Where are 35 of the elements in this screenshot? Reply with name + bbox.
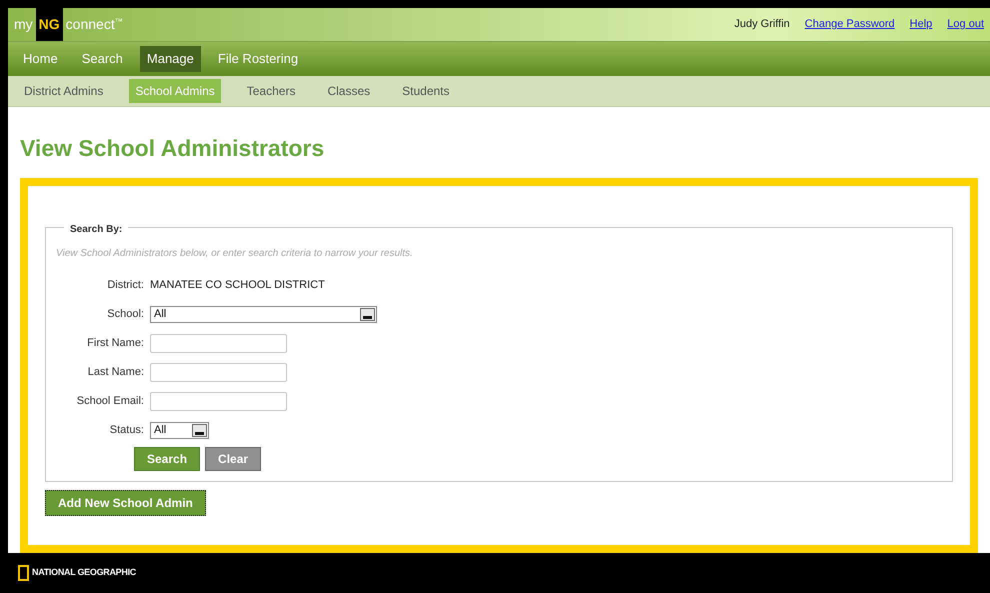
subnav-tab[interactable]: Teachers xyxy=(240,79,302,103)
input-field[interactable] xyxy=(150,334,287,352)
search-hint: View School Administrators below, or enter search criteria to narrow your results. xyxy=(56,246,414,260)
nav-tab[interactable]: Manage xyxy=(140,46,201,72)
dropdown-icon xyxy=(192,424,207,436)
header-link[interactable]: Log out xyxy=(947,16,984,33)
user-name: Judy Griffin xyxy=(734,17,790,32)
page-title: View School Administrators xyxy=(20,134,324,163)
field-label: First Name: xyxy=(87,336,144,349)
field-label: District: xyxy=(107,278,144,291)
nav-tab[interactable]: File Rostering xyxy=(210,46,306,72)
field-label: School Email: xyxy=(76,394,144,407)
field-label: Last Name: xyxy=(88,366,144,378)
field-label: Status: xyxy=(110,424,144,436)
footer-brand: NATIONAL GEOGRAPHIC xyxy=(32,566,136,580)
field-label: School: xyxy=(107,308,144,320)
subnav-tab[interactable]: Classes xyxy=(321,79,376,103)
logo[interactable]: my NG connect™ xyxy=(8,8,123,41)
brand-logo-icon xyxy=(18,565,29,581)
district-value: MANATEE CO SCHOOL DISTRICT xyxy=(150,278,325,293)
select-field[interactable]: All xyxy=(150,306,377,322)
subnav-tab[interactable]: District Admins xyxy=(18,79,110,103)
dropdown-icon xyxy=(360,308,375,320)
fieldset-legend: Search By: xyxy=(70,224,122,234)
clear-button[interactable]: Clear xyxy=(205,446,262,470)
input-field[interactable] xyxy=(150,362,287,382)
select-field[interactable]: All xyxy=(150,422,209,438)
header-link[interactable]: Help xyxy=(910,16,932,33)
input-field[interactable] xyxy=(150,392,287,410)
add-admin-button[interactable]: Add New School Admin xyxy=(45,490,206,516)
header-link[interactable]: Change Password xyxy=(804,16,895,33)
nav-tab[interactable]: Search xyxy=(74,46,130,72)
nav-tab[interactable]: Home xyxy=(16,46,65,72)
search-button[interactable]: Search xyxy=(134,446,200,470)
subnav-tab[interactable]: Students xyxy=(396,79,456,103)
